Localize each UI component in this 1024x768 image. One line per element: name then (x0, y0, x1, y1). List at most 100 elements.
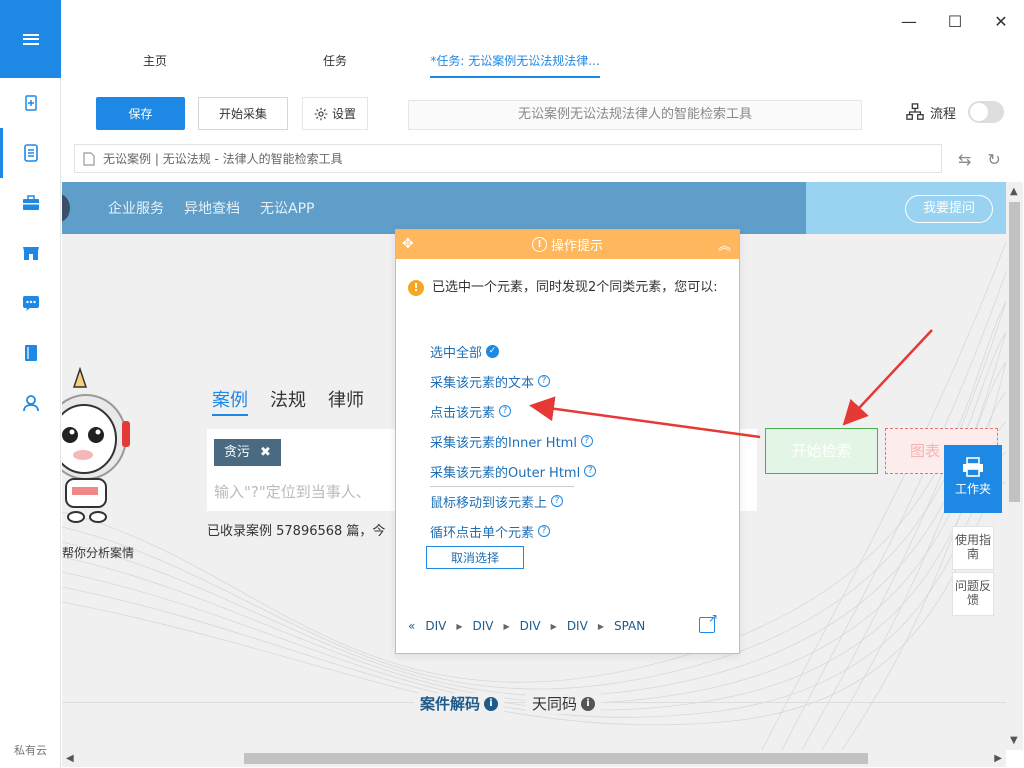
address-bar[interactable]: 无讼案例 | 无讼法规 - 法律人的智能检索工具 (74, 144, 942, 173)
popup-title: 操作提示 (550, 239, 603, 254)
sidebar-item-business[interactable] (0, 178, 61, 228)
check-icon: ✓ (486, 344, 500, 358)
help-icon[interactable]: ? (580, 435, 593, 447)
user-guide-button[interactable]: 使用指南 (952, 526, 994, 570)
private-cloud-label[interactable]: 私有云 (0, 742, 61, 758)
task-title-field[interactable]: 无讼案例无讼法规法律人的智能检索工具 (408, 100, 862, 130)
tab-home[interactable]: 主页 (140, 44, 170, 78)
save-button[interactable]: 保存 (96, 97, 185, 130)
flowchart-icon (906, 103, 924, 120)
ask-question-button[interactable]: 我要提问 (905, 195, 993, 223)
site-nav: 企业服务 异地查档 无讼APP (62, 182, 806, 234)
close-button[interactable]: ✕ (978, 8, 1024, 34)
option-collect-outer-html[interactable]: 采集该元素的Outer Html ? (430, 456, 597, 486)
tiantong-code-label: 天同码 (532, 695, 578, 713)
scroll-left-icon[interactable]: ◀ (66, 753, 74, 764)
sidebar-item-store[interactable] (0, 228, 61, 278)
switch-icon[interactable]: ⇆ (958, 150, 971, 169)
breadcrumb-item[interactable]: SPAN (614, 619, 645, 633)
collapse-icon[interactable]: ︽ (718, 235, 731, 254)
horizontal-scroll-thumb[interactable] (244, 753, 868, 764)
page-icon (83, 151, 95, 166)
tab-regulations[interactable]: 法规 (270, 386, 306, 416)
scroll-up-icon[interactable]: ▲ (1010, 186, 1018, 197)
breadcrumb-sep-icon: ▶ (550, 621, 557, 631)
move-icon[interactable]: ✥ (402, 236, 414, 252)
option-select-all[interactable]: 选中全部 ✓ (430, 336, 596, 366)
address-actions: ⇆ ↻ (958, 150, 1001, 169)
flow-toggle[interactable] (968, 101, 1005, 123)
flow-toggle-group: 流程 (906, 101, 1005, 123)
tab-tasks[interactable]: 任务 (320, 44, 350, 78)
tag-close-icon[interactable]: ✖ (260, 439, 271, 466)
help-icon[interactable]: ? (499, 405, 512, 417)
refresh-icon[interactable]: ↻ (987, 150, 1000, 169)
search-tag[interactable]: 贪污 ✖ (214, 439, 281, 466)
option-click-element[interactable]: 点击该元素 ? (430, 396, 596, 426)
breadcrumb-sep-icon: ▶ (503, 621, 510, 631)
document-icon (23, 144, 38, 162)
tab-cases[interactable]: 案例 (212, 386, 248, 416)
option-label: 点击该元素 (430, 405, 496, 421)
option-collect-inner-html[interactable]: 采集该元素的Inner Html ? (430, 426, 596, 456)
breadcrumb-item[interactable]: DIV (520, 619, 541, 633)
alert-icon: ! (531, 237, 547, 252)
minimize-button[interactable]: — (886, 8, 932, 34)
info-icon: i (484, 696, 499, 711)
info-icon: i (581, 696, 596, 711)
sidebar-item-tasks[interactable] (0, 128, 61, 178)
help-icon[interactable]: ? (538, 525, 551, 537)
feedback-button[interactable]: 问题反馈 (952, 572, 994, 616)
options-divider (430, 486, 574, 487)
nav-app[interactable]: 无讼APP (260, 198, 314, 218)
open-external-icon[interactable] (699, 611, 718, 633)
option-mouse-hover[interactable]: 鼠标移动到该元素上 ? (430, 486, 596, 516)
help-icon[interactable]: ? (551, 495, 564, 507)
left-sidebar: 私有云 (0, 0, 61, 768)
menu-icon[interactable] (0, 0, 61, 78)
tab-current-task[interactable]: *任务: 无讼案例无讼法规法律... (430, 44, 600, 78)
start-search-button[interactable]: 开始检索 (765, 428, 878, 474)
popup-message-text: 已选中一个元素，同时发现2个同类元素，您可以: (432, 280, 718, 295)
breadcrumb-item[interactable]: DIV (473, 619, 494, 633)
breadcrumb-item[interactable]: DIV (425, 619, 446, 633)
cancel-selection-button[interactable]: 取消选择 (426, 546, 524, 569)
sidebar-item-user[interactable] (0, 378, 61, 428)
option-label: 采集该元素的Outer Html (430, 465, 581, 481)
help-icon[interactable]: ? (538, 375, 551, 387)
tab-lawyers[interactable]: 律师 (328, 386, 364, 416)
start-collect-button[interactable]: 开始采集 (198, 97, 288, 130)
horizontal-scrollbar[interactable]: ◀ ▶ (62, 750, 1006, 767)
sidebar-item-chat[interactable] (0, 278, 61, 328)
nav-enterprise[interactable]: 企业服务 (108, 198, 164, 218)
sidebar-item-new[interactable] (0, 78, 61, 128)
add-doc-icon (24, 95, 37, 111)
vertical-scrollbar[interactable]: ▲ ▼ (1006, 182, 1023, 750)
search-type-tabs: 案例 法规 律师 (212, 386, 364, 416)
user-icon (22, 395, 39, 412)
warning-icon: ! (408, 280, 424, 296)
case-decode-link[interactable]: 案件解码 i (414, 693, 505, 714)
option-collect-text[interactable]: 采集该元素的文本 ? (430, 366, 596, 396)
workspace-button[interactable]: 工作夹 (944, 445, 1002, 513)
address-text: 无讼案例 | 无讼法规 - 法律人的智能检索工具 (103, 152, 343, 166)
popup-header[interactable]: ✥ ! 操作提示 ︽ (396, 230, 739, 259)
chat-icon (22, 296, 39, 311)
breadcrumb-item[interactable]: DIV (567, 619, 588, 633)
settings-button[interactable]: 设置 (302, 97, 368, 130)
vertical-scroll-thumb[interactable] (1009, 202, 1020, 502)
printer-icon (963, 457, 983, 477)
breadcrumb-back-icon[interactable]: « (408, 619, 415, 633)
help-icon[interactable]: ? (584, 465, 597, 477)
flow-label: 流程 (930, 106, 957, 122)
settings-label: 设置 (331, 107, 356, 121)
maximize-button[interactable]: ☐ (932, 8, 978, 34)
sidebar-item-book[interactable] (0, 328, 61, 378)
tiantong-code-link[interactable]: 天同码 i (526, 693, 602, 714)
breadcrumb-sep-icon: ▶ (597, 621, 604, 631)
scroll-right-icon[interactable]: ▶ (994, 753, 1002, 764)
nav-remote-archive[interactable]: 异地查档 (184, 198, 240, 218)
store-icon (22, 247, 39, 260)
option-loop-click[interactable]: 循环点击单个元素 ? (430, 516, 596, 546)
scroll-down-icon[interactable]: ▼ (1010, 735, 1018, 746)
